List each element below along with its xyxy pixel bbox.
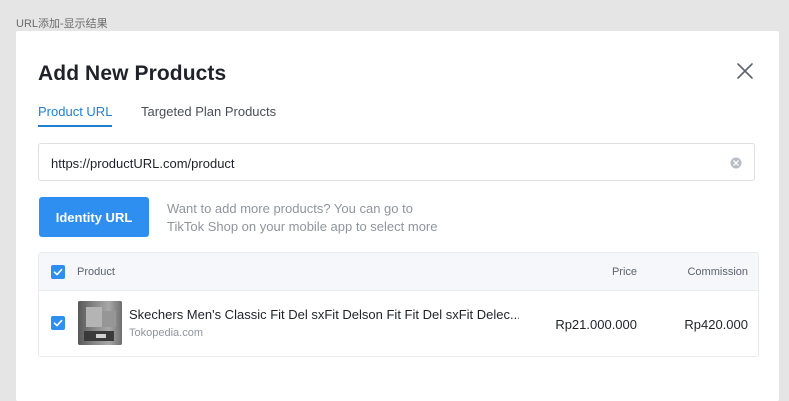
product-source: Tokopedia.com (129, 327, 203, 339)
hint-line-1: Want to add more products? You can go to (167, 201, 413, 216)
column-header-product: Product (77, 266, 115, 278)
modal-title: Add New Products (38, 62, 227, 85)
checkmark-icon (53, 268, 63, 276)
hint-text: Want to add more products? You can go to… (167, 200, 467, 236)
product-commission: Rp420.000 (684, 317, 748, 332)
url-input-container (38, 143, 755, 182)
column-header-commission: Commission (687, 266, 748, 278)
table-row[interactable]: Skechers Men's Classic Fit Del sxFit Del… (39, 291, 758, 356)
row-checkbox[interactable] (51, 316, 65, 330)
product-thumbnail (78, 301, 122, 345)
page-caption: URL添加-显示结果 (16, 18, 108, 30)
tab-targeted-plan-products[interactable]: Targeted Plan Products (141, 104, 276, 125)
close-button[interactable] (734, 60, 756, 82)
table-header: Product Price Commission (39, 253, 758, 291)
column-header-price: Price (611, 266, 637, 278)
hint-line-2: TikTok Shop on your mobile app to select… (167, 219, 438, 234)
checkmark-icon (53, 319, 63, 327)
close-icon (737, 63, 753, 79)
add-products-modal: Add New Products Product URL Targeted Pl… (16, 31, 779, 401)
clear-circle-icon[interactable] (730, 156, 742, 169)
identify-url-button[interactable]: Identity URL (39, 197, 149, 237)
url-input[interactable] (49, 144, 713, 182)
product-price: Rp21.000.000 (555, 317, 637, 332)
product-table: Product Price Commission Skechers Men's … (38, 252, 759, 357)
tab-product-url[interactable]: Product URL (38, 104, 113, 127)
product-name: Skechers Men's Classic Fit Del sxFit Del… (129, 307, 519, 322)
select-all-checkbox[interactable] (51, 265, 65, 279)
